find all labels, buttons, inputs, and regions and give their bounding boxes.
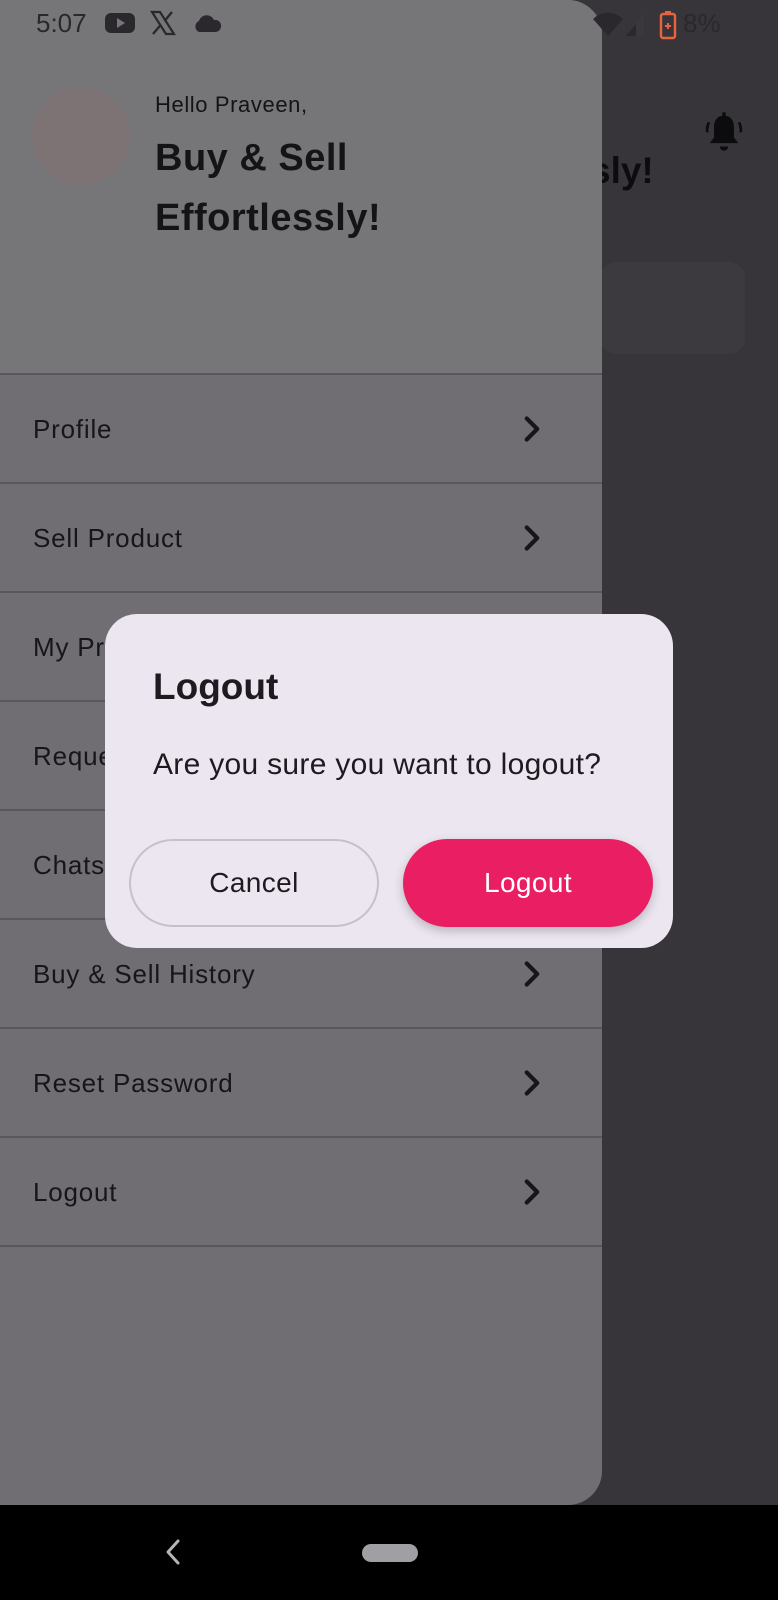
system-nav-bar: [0, 1505, 778, 1600]
status-time: 5:07: [36, 8, 87, 38]
logout-dialog: Logout Are you sure you want to logout? …: [105, 614, 673, 948]
x-icon: [150, 10, 176, 36]
menu-item-label: My Pr: [33, 632, 105, 662]
chevron-right-icon: [524, 961, 540, 987]
menu-item-label: Chats: [33, 850, 105, 880]
wifi-icon: [593, 12, 623, 37]
confirm-logout-button[interactable]: Logout: [403, 839, 653, 927]
signal-icon: [626, 14, 644, 36]
bell-icon[interactable]: [704, 112, 744, 156]
dialog-title: Logout: [153, 666, 279, 707]
chevron-right-icon: [524, 1179, 540, 1205]
menu-item-sell-product[interactable]: Sell Product: [0, 484, 602, 593]
greeting-text: Hello Praveen,: [155, 92, 308, 117]
home-headline: sly!: [590, 150, 654, 191]
menu-item-label: Logout: [33, 1177, 118, 1207]
avatar[interactable]: [32, 87, 130, 185]
back-icon[interactable]: [162, 1535, 184, 1569]
dialog-message: Are you sure you want to logout?: [153, 748, 602, 781]
menu-item-label: Profile: [33, 414, 113, 444]
status-bar: 5:07 8%: [0, 0, 778, 50]
menu-item-profile[interactable]: Profile: [0, 375, 602, 484]
tagline-text: Buy & Sell Effortlessly!: [155, 137, 382, 239]
screen: sly! Hello Praveen, Buy & Sell Effortles…: [0, 0, 778, 1600]
menu-item-label: Reset Password: [33, 1068, 234, 1098]
battery-icon: [659, 11, 677, 40]
menu-item-logout[interactable]: Logout: [0, 1138, 602, 1247]
youtube-icon: [105, 13, 135, 33]
home-pill[interactable]: [362, 1544, 418, 1562]
chevron-right-icon: [524, 416, 540, 442]
home-card: [600, 262, 745, 354]
cloud-icon: [195, 15, 222, 32]
cancel-button[interactable]: Cancel: [129, 839, 379, 927]
menu-item-label: Reque: [33, 741, 114, 771]
menu-item-reset-password[interactable]: Reset Password: [0, 1029, 602, 1138]
drawer-header: Hello Praveen, Buy & Sell Effortlessly!: [0, 0, 602, 375]
chevron-right-icon: [524, 525, 540, 551]
menu-item-label: Sell Product: [33, 523, 183, 553]
chevron-right-icon: [524, 1070, 540, 1096]
battery-percentage: 8%: [683, 8, 721, 38]
